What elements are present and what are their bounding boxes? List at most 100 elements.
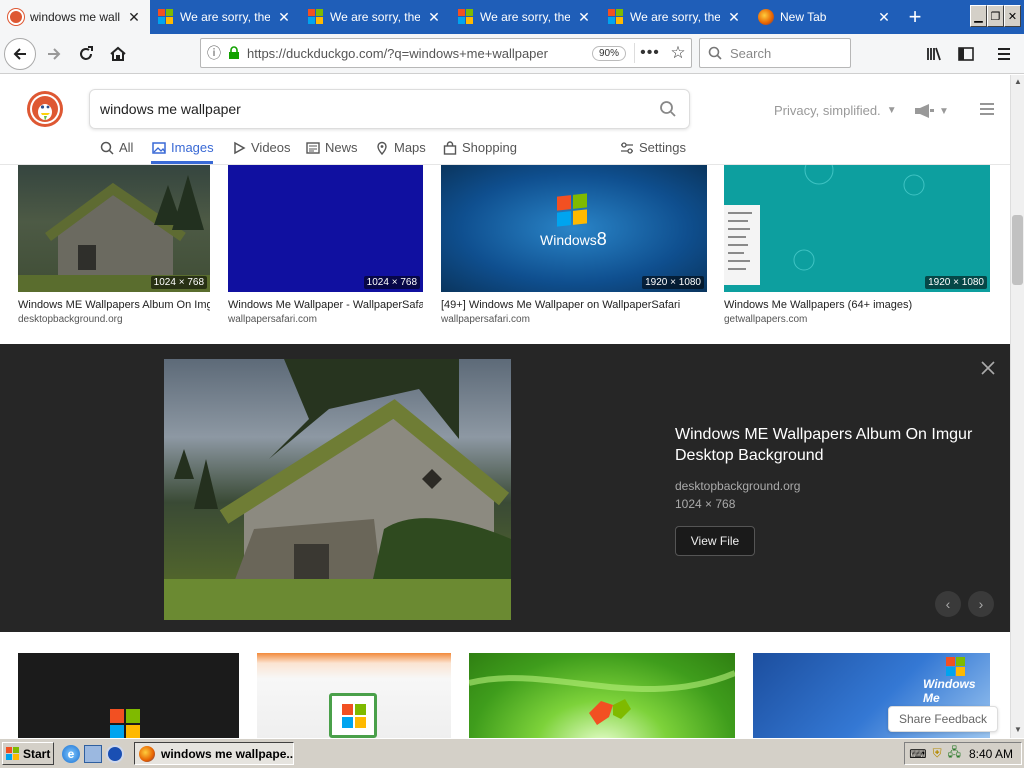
chevron-left-icon: ‹ bbox=[945, 596, 951, 612]
page-scrollbar[interactable]: ▲ ▼ bbox=[1010, 75, 1024, 738]
keyboard-icon[interactable]: ⌨ bbox=[909, 747, 926, 761]
search-icon bbox=[708, 46, 722, 60]
announcements-menu[interactable]: ▼ bbox=[913, 103, 949, 119]
tab-label: News bbox=[325, 140, 358, 155]
detail-source[interactable]: desktopbackground.org bbox=[675, 479, 800, 493]
result-title[interactable]: Windows Me Wallpapers (64+ images) bbox=[724, 299, 990, 311]
close-tab-icon[interactable]: ✕ bbox=[576, 9, 592, 26]
duckduckgo-logo[interactable] bbox=[27, 91, 63, 127]
privacy-menu[interactable]: Privacy, simplified. ▼ bbox=[774, 103, 897, 118]
bookmark-star-icon[interactable]: ☆ bbox=[665, 43, 691, 63]
hamburger-icon bbox=[998, 48, 1010, 60]
tab-maps[interactable]: Maps bbox=[375, 140, 426, 155]
zoom-level[interactable]: 90% bbox=[591, 45, 626, 61]
close-tab-icon[interactable]: ✕ bbox=[276, 9, 292, 26]
info-icon[interactable]: ⓘ bbox=[201, 43, 227, 63]
taskbar-item-label: windows me wallpape... bbox=[161, 746, 294, 761]
tab-microsoft-1[interactable]: We are sorry, the page ✕ bbox=[150, 0, 300, 34]
tab-shopping[interactable]: Shopping bbox=[443, 140, 517, 155]
close-tab-icon[interactable]: ✕ bbox=[126, 9, 142, 26]
forward-button[interactable] bbox=[38, 38, 70, 70]
detail-title[interactable]: Windows ME Wallpapers Album On Imgur Des… bbox=[675, 424, 975, 466]
start-button[interactable]: Start bbox=[2, 742, 54, 765]
search-icon[interactable] bbox=[659, 100, 677, 118]
scroll-down-arrow-icon[interactable]: ▼ bbox=[1014, 725, 1022, 734]
reload-icon bbox=[80, 46, 93, 60]
home-button[interactable] bbox=[102, 38, 134, 70]
active-tab-indicator bbox=[151, 161, 213, 164]
back-button[interactable] bbox=[4, 38, 36, 70]
result-thumbnail-7[interactable] bbox=[469, 653, 735, 738]
tab-microsoft-3[interactable]: We are sorry, the page ✕ bbox=[450, 0, 600, 34]
result-thumbnail-1[interactable]: 1024 × 768 bbox=[18, 165, 210, 292]
minimize-button[interactable]: ▁ bbox=[970, 5, 987, 27]
close-detail-button[interactable] bbox=[980, 360, 996, 376]
internet-explorer-icon[interactable]: e bbox=[62, 745, 80, 763]
microsoft-icon bbox=[308, 9, 324, 25]
tab-microsoft-4[interactable]: We are sorry, the page ✕ bbox=[600, 0, 750, 34]
previous-image-button[interactable]: ‹ bbox=[935, 591, 961, 617]
tab-ddg[interactable]: windows me wallpaper ✕ bbox=[0, 0, 150, 34]
tab-images[interactable]: Images bbox=[152, 140, 214, 155]
scroll-up-arrow-icon[interactable]: ▲ bbox=[1014, 77, 1022, 86]
new-tab-button[interactable]: + bbox=[900, 0, 930, 34]
ddg-search-input[interactable]: windows me wallpaper bbox=[89, 89, 690, 129]
sidebar-button[interactable] bbox=[950, 38, 982, 70]
close-tab-icon[interactable]: ✕ bbox=[876, 9, 892, 26]
tab-news[interactable]: News bbox=[306, 140, 358, 155]
search-icon bbox=[100, 141, 114, 155]
tab-label: Shopping bbox=[462, 140, 517, 155]
share-feedback-button[interactable]: Share Feedback bbox=[888, 706, 998, 732]
firefox-icon bbox=[139, 745, 155, 762]
close-window-button[interactable]: ✕ bbox=[1004, 5, 1021, 27]
close-tab-icon[interactable]: ✕ bbox=[426, 9, 442, 26]
page-actions-icon[interactable]: ••• bbox=[635, 44, 665, 62]
settings-link[interactable]: Settings bbox=[620, 140, 686, 155]
image-detail-panel: Windows ME Wallpapers Album On Imgur Des… bbox=[0, 344, 1010, 632]
detail-image[interactable] bbox=[164, 359, 511, 620]
reload-button[interactable] bbox=[70, 38, 102, 70]
library-button[interactable] bbox=[918, 38, 950, 70]
sidebar-icon bbox=[958, 47, 974, 61]
query-text[interactable]: windows me wallpaper bbox=[100, 101, 659, 117]
show-desktop-icon[interactable] bbox=[84, 745, 102, 763]
result-thumbnail-2[interactable]: 1024 × 768 bbox=[228, 165, 423, 292]
scrollbar-thumb[interactable] bbox=[1012, 215, 1023, 285]
shield-icon[interactable]: ⛨ bbox=[933, 746, 942, 761]
result-thumbnail-3[interactable]: Windows8 1920 × 1080 bbox=[441, 165, 707, 292]
taskbar-item-firefox[interactable]: windows me wallpape... bbox=[134, 742, 294, 765]
tab-all[interactable]: All bbox=[100, 140, 133, 155]
chevron-right-icon: › bbox=[978, 596, 984, 612]
network-icon[interactable]: 🖧 bbox=[948, 743, 961, 764]
tab-label: Videos bbox=[251, 140, 291, 155]
result-thumbnail-5[interactable] bbox=[18, 653, 239, 738]
windows-8-logo-text: Windows8 bbox=[540, 229, 607, 249]
image-dimensions: 1024 × 768 bbox=[150, 276, 207, 289]
ddg-menu-button[interactable] bbox=[979, 102, 995, 121]
tab-new-tab[interactable]: New Tab ✕ bbox=[750, 0, 900, 34]
tab-microsoft-2[interactable]: We are sorry, the page ✕ bbox=[300, 0, 450, 34]
result-thumbnail-4[interactable]: 1920 × 1080 bbox=[724, 165, 990, 292]
url-text[interactable]: https://duckduckgo.com/?q=windows+me+wal… bbox=[247, 46, 584, 61]
library-icon bbox=[927, 47, 941, 61]
next-image-button[interactable]: › bbox=[968, 591, 994, 617]
restore-button[interactable]: ❐ bbox=[987, 5, 1004, 27]
shopping-bag-icon bbox=[443, 140, 457, 155]
result-thumbnail-6[interactable] bbox=[257, 653, 451, 738]
browser-search-box[interactable]: Search bbox=[699, 38, 851, 68]
tab-label: We are sorry, the page bbox=[480, 10, 570, 24]
windows-flag-icon bbox=[946, 657, 965, 676]
menu-button[interactable] bbox=[988, 38, 1020, 70]
arrow-right-icon bbox=[48, 48, 61, 60]
result-title[interactable]: Windows Me Wallpaper - WallpaperSafari bbox=[228, 299, 423, 311]
image-dimensions: 1920 × 1080 bbox=[925, 276, 987, 289]
result-title[interactable]: Windows ME Wallpapers Album On Imgur Des… bbox=[18, 299, 210, 311]
tab-videos[interactable]: Videos bbox=[232, 140, 291, 155]
home-icon bbox=[110, 46, 126, 61]
address-bar[interactable]: ⓘ https://duckduckgo.com/?q=windows+me+w… bbox=[200, 38, 692, 68]
navigation-toolbar: ⓘ https://duckduckgo.com/?q=windows+me+w… bbox=[0, 34, 1024, 74]
close-tab-icon[interactable]: ✕ bbox=[726, 9, 742, 26]
media-player-icon[interactable] bbox=[106, 745, 124, 763]
view-file-button[interactable]: View File bbox=[675, 526, 755, 556]
result-title[interactable]: [49+] Windows Me Wallpaper on WallpaperS… bbox=[441, 299, 707, 311]
